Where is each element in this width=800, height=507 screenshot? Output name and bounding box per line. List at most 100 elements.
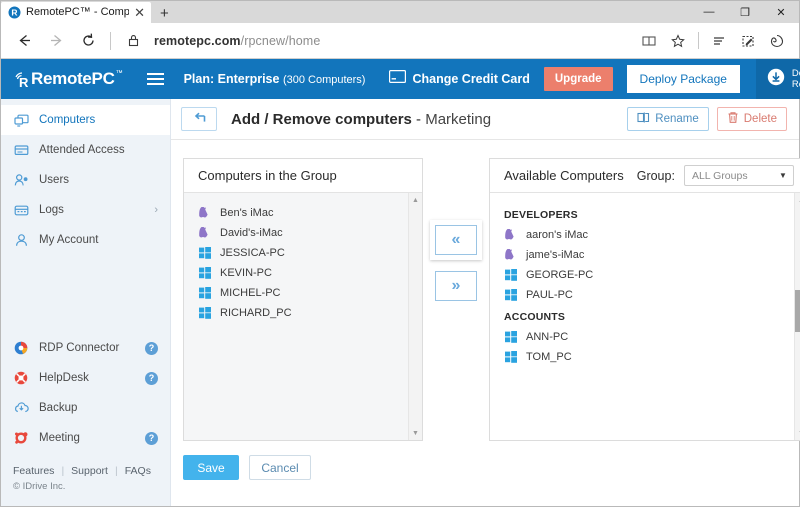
list-item[interactable]: David's-iMac [198,223,422,243]
forward-icon[interactable] [41,26,71,56]
list-item[interactable]: PAUL-PC [504,285,800,305]
footer-link-features[interactable]: Features [13,465,54,477]
footer-link-support[interactable]: Support [71,465,108,477]
cancel-button[interactable]: Cancel [249,455,311,480]
refresh-icon[interactable] [73,26,103,56]
list-item-label: GEORGE-PC [526,269,594,281]
change-credit-card-button[interactable]: Change Credit Card [389,70,530,88]
right-scroll-track[interactable] [794,207,800,426]
deploy-package-button[interactable]: Deploy Package [626,65,740,93]
form-actions: Save Cancel [171,441,799,480]
left-panel-scrollbar[interactable]: ▲ ▼ [408,193,422,440]
download-icon [767,68,785,91]
hub-icon[interactable] [705,26,733,56]
scroll-up-icon[interactable]: ▲ [794,193,800,207]
upgrade-button[interactable]: Upgrade [543,67,613,91]
back-button[interactable] [181,107,217,131]
navbar-right-icons [635,26,791,56]
download-line-1: Download [791,68,800,79]
copyright-text: © IDrive Inc. [13,481,66,492]
page-title-separator: - [411,110,426,128]
sidebar-label-my-account: My Account [39,234,99,246]
credit-card-icon [389,70,407,88]
scroll-down-icon[interactable]: ▼ [794,426,800,440]
sidebar-label-rdp-connector: RDP Connector [39,342,120,354]
minimize-icon[interactable]: — [691,1,727,23]
menu-icon[interactable] [143,69,168,89]
share-icon[interactable] [763,26,791,56]
sidebar-item-backup[interactable]: Backup [1,393,170,423]
sidebar-label-users: Users [39,174,70,186]
address-bar[interactable]: remotepc.com/rpcnew/home [150,26,633,56]
sidebar-label-meeting: Meeting [39,432,80,444]
list-item[interactable]: KEVIN-PC [198,263,422,283]
remotepc-favicon-icon: R [8,6,21,19]
move-right-button[interactable]: » [435,271,477,301]
group-filter-select[interactable]: ALL Groups ▼ [683,165,794,186]
scroll-thumb[interactable] [795,290,800,332]
group-computers-list: Ben's iMac David's-iMac JESSICA-PC KEVIN… [184,203,422,323]
list-item[interactable]: TOM_PC [504,347,800,367]
sidebar-item-users[interactable]: Users [1,165,170,195]
logo-trademark: ™ [115,70,123,77]
help-icon-rdp-connector[interactable]: ? [145,341,158,355]
sidebar-item-logs[interactable]: Logs › [1,195,170,225]
list-item[interactable]: jame's-iMac [504,245,800,265]
list-item[interactable]: aaron's iMac [504,225,800,245]
person-icon [13,233,29,248]
list-item[interactable]: GEORGE-PC [504,265,800,285]
list-item[interactable]: JESSICA-PC [198,243,422,263]
delete-button[interactable]: Delete [716,107,787,131]
url-domain: remotepc.com [154,33,241,48]
display-icon [13,143,29,158]
footer-link-faqs[interactable]: FAQs [125,465,151,477]
sidebar-item-attended-access[interactable]: Attended Access [1,135,170,165]
remotepc-logo[interactable]: R RemotePC ™ [1,70,123,88]
left-panel-header: Computers in the Group [184,159,422,193]
url-text: remotepc.com/rpcnew/home [154,34,320,48]
group-header-accounts: ACCOUNTS [504,311,566,323]
windows-icon [198,247,211,260]
download-viewer-labels: Download RemotePC Viewer [792,68,800,90]
computers-in-group-panel: Computers in the Group Ben's iMac David'… [183,158,423,441]
sidebar-item-my-account[interactable]: My Account [1,225,170,255]
new-tab-button[interactable]: + [160,6,169,21]
back-icon[interactable] [9,26,39,56]
group-filter-label: Group: [636,168,675,183]
main-content: Add / Remove computers - Marketing Renam… [171,99,800,506]
download-line-2: RemotePC Viewer [791,79,800,90]
list-item[interactable]: Ben's iMac [198,203,422,223]
plan-info: Plan: Enterprise (300 Computers) [184,72,366,86]
left-scroll-track[interactable] [409,207,423,426]
rename-button[interactable]: Rename [627,107,709,131]
save-button[interactable]: Save [183,455,239,480]
list-item[interactable]: ANN-PC [504,327,800,347]
left-panel-body: Ben's iMac David's-iMac JESSICA-PC KEVIN… [184,193,422,440]
web-notes-icon[interactable] [734,26,762,56]
scroll-up-icon[interactable]: ▲ [409,193,423,207]
sidebar-item-helpdesk[interactable]: HelpDesk ? [1,363,170,393]
list-item[interactable]: MICHEL-PC [198,283,422,303]
sidebar-label-attended-access: Attended Access [39,144,125,156]
footer-divider-1: | [61,465,65,477]
page-title-main: Add / Remove computers [231,110,412,128]
move-left-button[interactable]: « [435,225,477,255]
help-icon-meeting[interactable]: ? [145,431,158,445]
download-remotepc-viewer-button[interactable]: Download RemotePC Viewer [755,59,800,99]
reading-view-icon[interactable] [635,26,663,56]
sidebar-item-meeting[interactable]: Meeting ? [1,423,170,453]
list-item[interactable]: RICHARD_PC [198,303,422,323]
tab-close-icon[interactable]: ✕ [134,6,145,19]
sidebar-bottom-section: RDP Connector ? HelpDesk ? Backup Meetin… [1,333,170,506]
browser-tab[interactable]: R RemotePC™ - Compute ✕ [1,2,151,23]
scroll-down-icon[interactable]: ▼ [409,426,423,440]
chevron-right-icon: › [154,204,158,216]
favorite-star-icon[interactable] [664,26,692,56]
sidebar-item-rdp-connector[interactable]: RDP Connector ? [1,333,170,363]
right-panel-scrollbar[interactable]: ▲ ▼ [793,193,800,440]
list-item-label: aaron's iMac [526,229,589,241]
sidebar-item-computers[interactable]: Computers [1,105,170,135]
help-icon-helpdesk[interactable]: ? [145,371,158,385]
maximize-icon[interactable]: ❐ [727,1,763,23]
close-window-icon[interactable]: ✕ [763,1,799,23]
